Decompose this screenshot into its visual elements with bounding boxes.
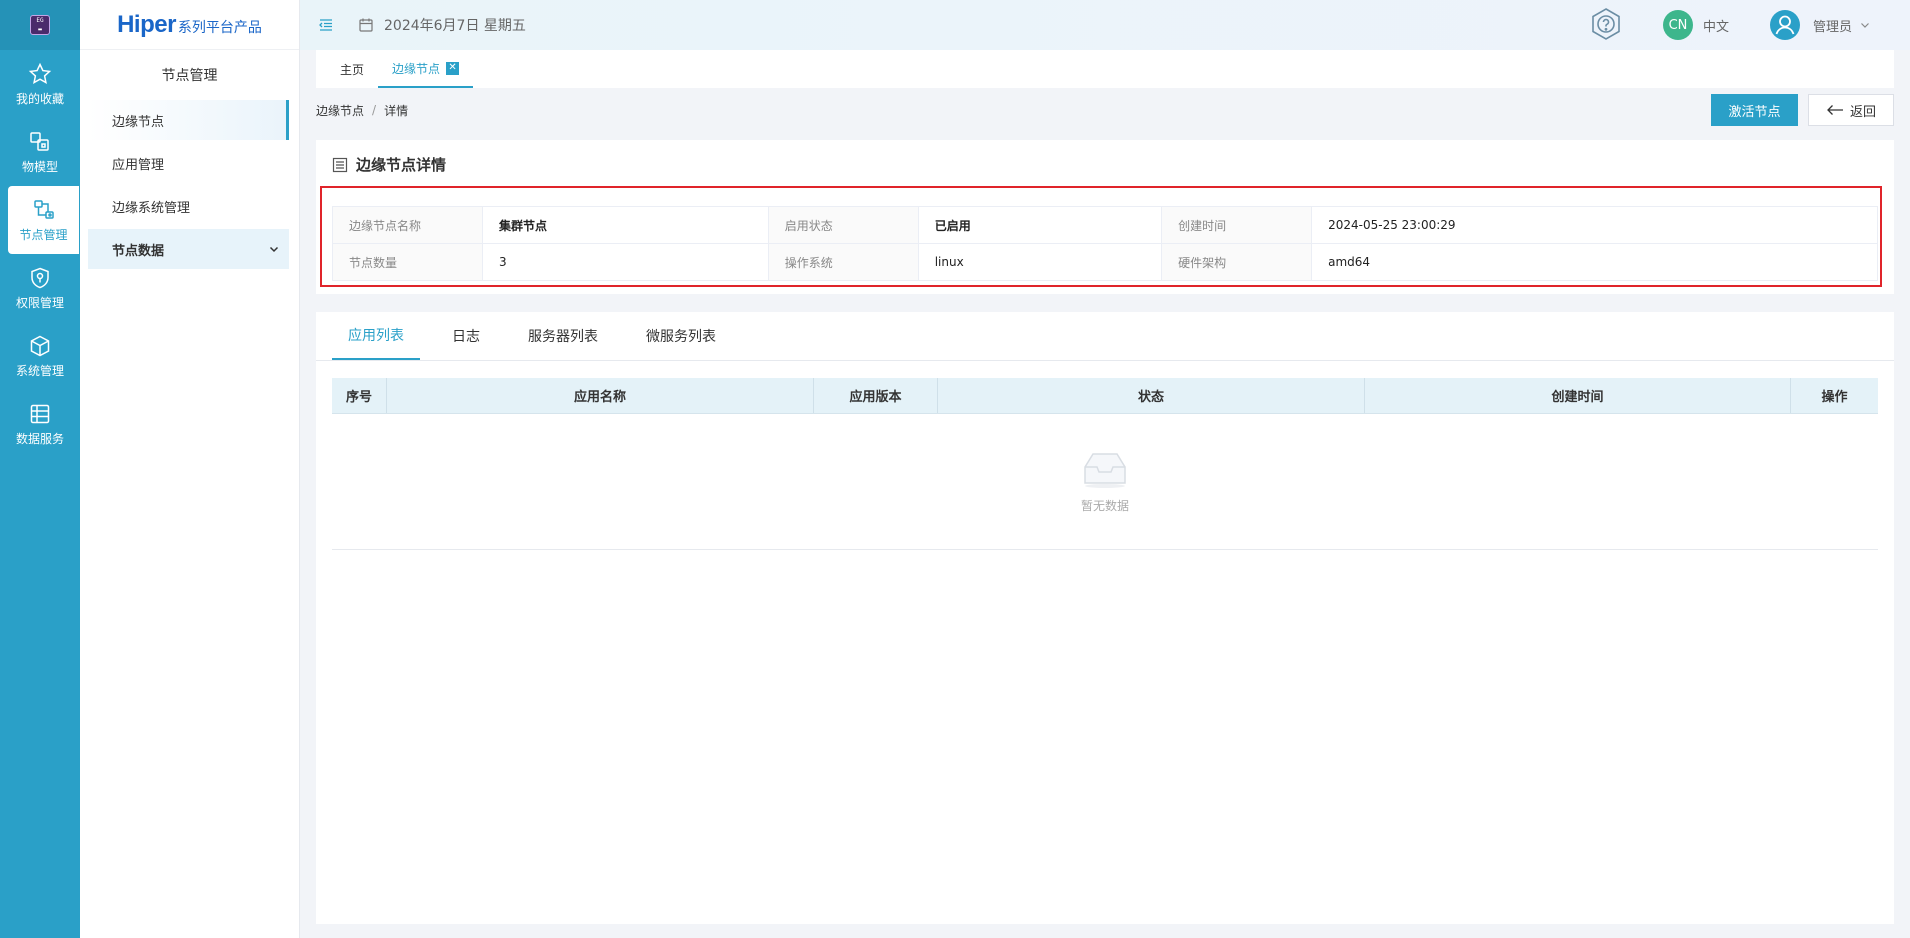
model-icon [30, 131, 49, 151]
empty-text: 暂无数据 [1080, 499, 1129, 513]
brand-logo[interactable]: Hiper 系列平台产品 [80, 0, 299, 50]
logo-text: EG [36, 17, 44, 24]
left-rail: EG ▬ 我的收藏 物模型 节点管理 权限管理 系统管理 数据服务 [0, 0, 80, 938]
tabs-divider [316, 360, 1894, 361]
column-header-app-version[interactable]: 应用版本 [814, 378, 938, 413]
menu-collapse-icon[interactable] [318, 17, 334, 33]
rail-item-system-management[interactable]: 系统管理 [0, 322, 80, 390]
detail-label: 创建时间 [1161, 206, 1313, 244]
detail-value: linux [917, 243, 1163, 281]
activate-node-button[interactable]: 激活节点 [1711, 94, 1798, 126]
logo-icon: EG ▬ [30, 15, 50, 35]
sidebar-item-label: 节点数据 [112, 243, 165, 259]
detail-label: 节点数量 [332, 243, 483, 281]
sidebar-menu: 边缘节点 应用管理 边缘系统管理 节点数据 [80, 100, 299, 269]
detail-value: 3 [482, 243, 769, 281]
breadcrumb: 边缘节点 / 详情 [316, 100, 408, 120]
header-date: 2024年6月7日 星期五 [384, 18, 526, 34]
sidebar-item-edge-node[interactable]: 边缘节点 [88, 100, 289, 140]
close-icon[interactable]: ✕ [446, 61, 460, 75]
rail-item-label: 权限管理 [15, 295, 64, 310]
node-detail-card: 边缘节点详情 边缘节点名称 集群节点 启用状态 已启用 创建时间 2024-05… [316, 140, 1894, 294]
user-name[interactable]: 管理员 [1813, 16, 1852, 35]
app-list-table: 序号 应用名称 应用版本 状态 创建时间 操作 暂无数据 [332, 378, 1878, 550]
detail-label: 硬件架构 [1161, 243, 1313, 281]
language-label[interactable]: 中文 [1703, 16, 1729, 35]
secondary-sidebar: Hiper 系列平台产品 节点管理 边缘节点 应用管理 边缘系统管理 节点数据 [80, 0, 300, 938]
tab-label: 主页 [340, 62, 365, 77]
detail-row: 节点数量 3 操作系统 linux 硬件架构 amd64 [332, 243, 1878, 281]
tab-label: 边缘节点 [392, 61, 441, 76]
node-icon [33, 199, 54, 219]
empty-state: 暂无数据 [332, 414, 1878, 550]
detail-value: 2024-05-25 23:00:29 [1311, 206, 1878, 244]
detail-label: 操作系统 [767, 243, 919, 281]
breadcrumb-parent[interactable]: 边缘节点 [316, 102, 364, 119]
brand-main: Hiper [117, 10, 176, 38]
top-header: 2024年6月7日 星期五 CN 中文 管理员 [300, 0, 1910, 50]
user-avatar-icon[interactable] [1769, 9, 1801, 41]
detail-value: amd64 [1311, 243, 1878, 281]
arrow-left-icon [1827, 105, 1843, 115]
detail-label: 边缘节点名称 [332, 206, 483, 244]
sidebar-item-edge-system-management[interactable]: 边缘系统管理 [88, 186, 289, 226]
data-icon [30, 404, 50, 423]
column-header-created-time[interactable]: 创建时间 [1365, 378, 1791, 413]
sidebar-item-label: 应用管理 [112, 157, 165, 173]
tab-microservice-list[interactable]: 微服务列表 [630, 312, 732, 360]
rail-item-label: 节点管理 [19, 227, 68, 242]
rail-item-data-service[interactable]: 数据服务 [0, 390, 80, 458]
sidebar-item-app-management[interactable]: 应用管理 [88, 143, 289, 183]
tab-app-list[interactable]: 应用列表 [332, 312, 420, 360]
column-header-app-name[interactable]: 应用名称 [387, 378, 814, 413]
tab-logs[interactable]: 日志 [436, 312, 496, 360]
rail-item-label: 系统管理 [15, 363, 64, 378]
column-header-actions[interactable]: 操作 [1791, 378, 1878, 413]
tab-server-list[interactable]: 服务器列表 [512, 312, 614, 360]
rail-item-favorites[interactable]: 我的收藏 [0, 50, 80, 118]
detail-table: 边缘节点名称 集群节点 启用状态 已启用 创建时间 2024-05-25 23:… [332, 206, 1878, 281]
sidebar-item-label: 边缘节点 [112, 114, 165, 130]
app-logo[interactable]: EG ▬ [0, 0, 80, 50]
detail-value: 集群节点 [482, 206, 769, 244]
detail-label: 启用状态 [767, 206, 919, 244]
tab-home[interactable]: 主页 [326, 50, 378, 88]
star-icon [28, 62, 52, 84]
back-button-label: 返回 [1849, 104, 1876, 120]
header-right: CN 中文 管理员 [1589, 0, 1910, 50]
empty-inbox-icon [1084, 453, 1126, 488]
table-header: 序号 应用名称 应用版本 状态 创建时间 操作 [332, 378, 1878, 414]
breadcrumb-separator: / [372, 103, 377, 117]
language-badge[interactable]: CN [1662, 10, 1693, 40]
page-tabs-bar: 主页 边缘节点 ✕ [316, 50, 1894, 88]
rail-item-thing-model[interactable]: 物模型 [0, 118, 80, 186]
chevron-down-icon[interactable] [1860, 20, 1870, 30]
calendar-icon [359, 18, 373, 32]
column-header-index[interactable]: 序号 [332, 378, 387, 413]
help-icon[interactable] [1589, 7, 1623, 43]
sidebar-title: 节点管理 [161, 68, 218, 84]
detail-card-title: 边缘节点详情 [332, 154, 446, 175]
sidebar-item-label: 边缘系统管理 [112, 200, 191, 216]
breadcrumb-current: 详情 [384, 103, 409, 118]
tab-edge-node[interactable]: 边缘节点 ✕ [378, 50, 474, 88]
detail-title-text: 边缘节点详情 [356, 156, 447, 174]
detail-row: 边缘节点名称 集群节点 启用状态 已启用 创建时间 2024-05-25 23:… [332, 206, 1878, 244]
shield-icon [31, 267, 49, 288]
rail-item-node-management[interactable]: 节点管理 [8, 186, 79, 254]
chevron-down-icon [269, 246, 279, 253]
detail-value: 已启用 [917, 206, 1163, 244]
rail-item-label: 数据服务 [15, 431, 64, 446]
rail-item-permissions[interactable]: 权限管理 [0, 254, 80, 322]
sidebar-item-node-data[interactable]: 节点数据 [88, 229, 289, 269]
rail-item-label: 物模型 [21, 159, 58, 174]
box-icon [30, 335, 50, 356]
node-content-card: 应用列表 日志 服务器列表 微服务列表 序号 应用名称 应用版本 状态 创建时间… [316, 312, 1894, 924]
document-icon [332, 157, 348, 172]
brand-sub: 系列平台产品 [177, 19, 262, 36]
rail-item-label: 我的收藏 [15, 91, 64, 106]
column-header-status[interactable]: 状态 [938, 378, 1365, 413]
back-button[interactable]: 返回 [1808, 94, 1894, 126]
content-tabs: 应用列表 日志 服务器列表 微服务列表 [332, 312, 748, 360]
